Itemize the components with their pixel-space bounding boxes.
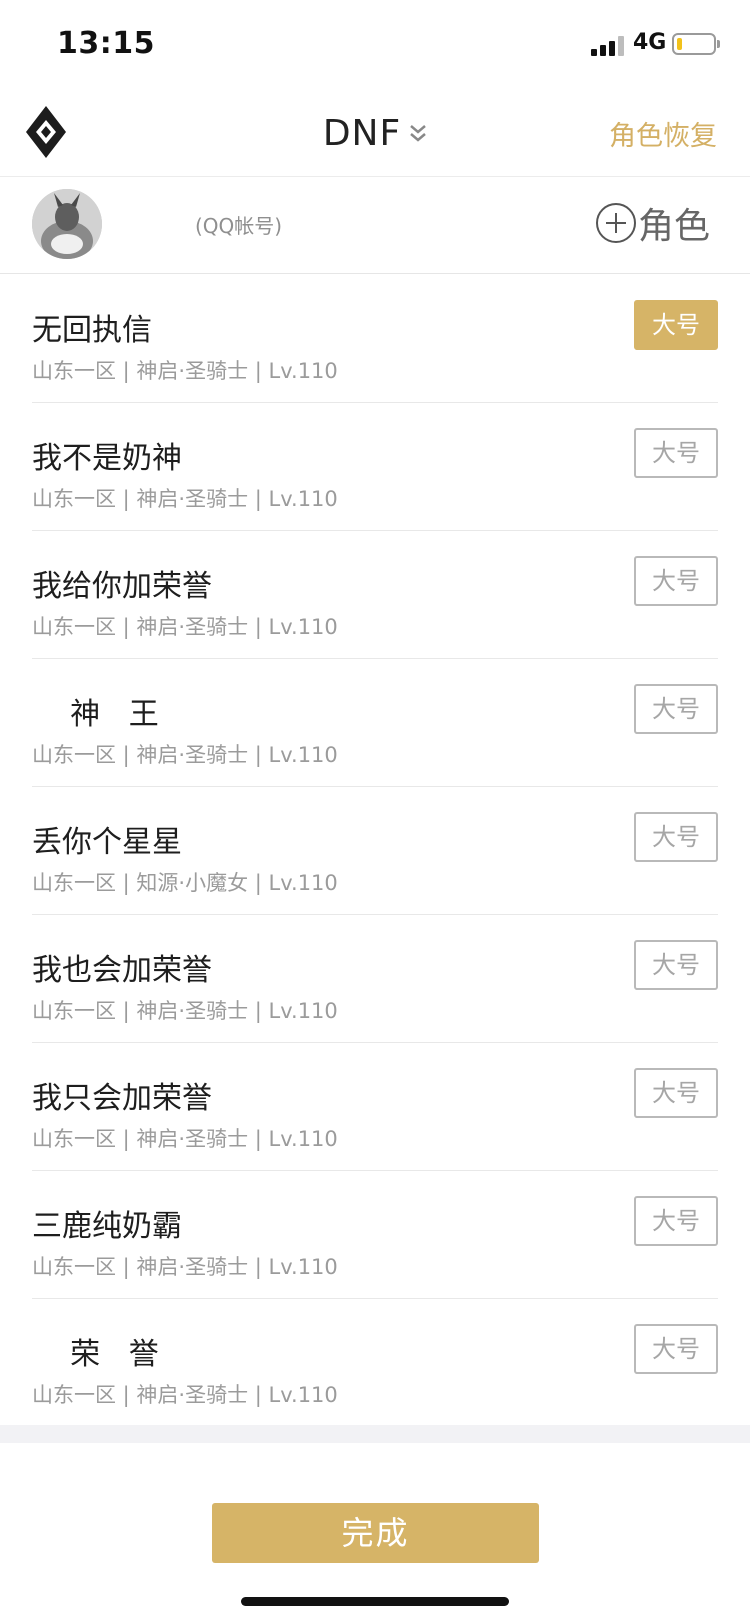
main-role-button[interactable]: 大号 xyxy=(634,1068,718,1118)
role-meta: 山东一区 | 神启·圣骑士 | Lv.110 xyxy=(32,1383,338,1407)
role-name: 无回执信 xyxy=(32,313,152,348)
main-role-button[interactable]: 大号 xyxy=(634,428,718,478)
add-role-label[interactable]: 角色 xyxy=(638,197,710,249)
done-button[interactable]: 完成 xyxy=(212,1503,539,1563)
role-name: 我不是奶神 xyxy=(32,441,182,476)
add-circle-icon[interactable] xyxy=(595,203,636,243)
role-meta: 山东一区 | 神启·圣骑士 | Lv.110 xyxy=(32,487,338,511)
role-name: 荣 誉 xyxy=(32,1337,159,1372)
account-label: (QQ帐号) xyxy=(195,214,283,238)
avatar xyxy=(32,189,102,259)
role-item[interactable]: 我给你加荣誉 山东一区 | 神启·圣骑士 | Lv.110 大号 xyxy=(32,531,718,659)
role-meta: 山东一区 | 神启·圣骑士 | Lv.110 xyxy=(32,743,338,767)
role-item[interactable]: 荣 誉 山东一区 | 神启·圣骑士 | Lv.110 大号 xyxy=(32,1299,718,1427)
role-meta: 山东一区 | 知源·小魔女 | Lv.110 xyxy=(32,871,338,895)
role-item[interactable]: 我也会加荣誉 山东一区 | 神启·圣骑士 | Lv.110 大号 xyxy=(32,915,718,1043)
role-name: 丢你个星星 xyxy=(32,825,182,860)
role-item[interactable]: 丢你个星星 山东一区 | 知源·小魔女 | Lv.110 大号 xyxy=(32,787,718,915)
main-role-button[interactable]: 大号 xyxy=(634,684,718,734)
role-meta: 山东一区 | 神启·圣骑士 | Lv.110 xyxy=(32,615,338,639)
main-role-button[interactable]: 大号 xyxy=(634,812,718,862)
role-item[interactable]: 三鹿纯奶霸 山东一区 | 神启·圣骑士 | Lv.110 大号 xyxy=(32,1171,718,1299)
network-type: 4G xyxy=(633,30,667,55)
role-item[interactable]: 我不是奶神 山东一区 | 神启·圣骑士 | Lv.110 大号 xyxy=(32,403,718,531)
section-divider xyxy=(0,1425,750,1443)
status-bar: 13:15 4G xyxy=(0,0,750,90)
main-role-button[interactable]: 大号 xyxy=(634,556,718,606)
role-name: 我也会加荣誉 xyxy=(32,953,212,988)
cellular-signal-icon xyxy=(591,34,627,56)
role-item[interactable]: 神 王 山东一区 | 神启·圣骑士 | Lv.110 大号 xyxy=(32,659,718,787)
role-name: 三鹿纯奶霸 xyxy=(32,1209,182,1244)
main-role-button[interactable]: 大号 xyxy=(634,940,718,990)
main-role-button[interactable]: 大号 xyxy=(634,300,718,350)
role-meta: 山东一区 | 神启·圣骑士 | Lv.110 xyxy=(32,359,338,383)
role-item[interactable]: 我只会加荣誉 山东一区 | 神启·圣骑士 | Lv.110 大号 xyxy=(32,1043,718,1171)
main-role-button[interactable]: 大号 xyxy=(634,1196,718,1246)
role-meta: 山东一区 | 神启·圣骑士 | Lv.110 xyxy=(32,1127,338,1151)
battery-tip xyxy=(717,40,720,48)
role-name: 神 王 xyxy=(32,697,159,732)
account-row: (QQ帐号) 角色 xyxy=(0,177,750,274)
home-indicator[interactable] xyxy=(241,1597,509,1606)
role-meta: 山东一区 | 神启·圣骑士 | Lv.110 xyxy=(32,1255,338,1279)
role-list: 无回执信 山东一区 | 神启·圣骑士 | Lv.110 大号 我不是奶神 山东一… xyxy=(0,275,750,1425)
role-meta: 山东一区 | 神启·圣骑士 | Lv.110 xyxy=(32,999,338,1023)
main-role-button[interactable]: 大号 xyxy=(634,1324,718,1374)
role-name: 我只会加荣誉 xyxy=(32,1081,212,1116)
add-role-button[interactable]: 角色 xyxy=(595,197,710,249)
role-item[interactable]: 无回执信 山东一区 | 神启·圣骑士 | Lv.110 大号 xyxy=(32,275,718,403)
role-restore-link[interactable]: 角色恢复 xyxy=(609,114,717,153)
status-time: 13:15 xyxy=(57,26,155,61)
nav-title[interactable]: DNF xyxy=(323,113,401,154)
chevron-down-icon[interactable] xyxy=(409,123,427,145)
nav-bar: DNF 角色恢复 xyxy=(0,90,750,177)
role-name: 我给你加荣誉 xyxy=(32,569,212,604)
battery-icon xyxy=(672,33,716,55)
